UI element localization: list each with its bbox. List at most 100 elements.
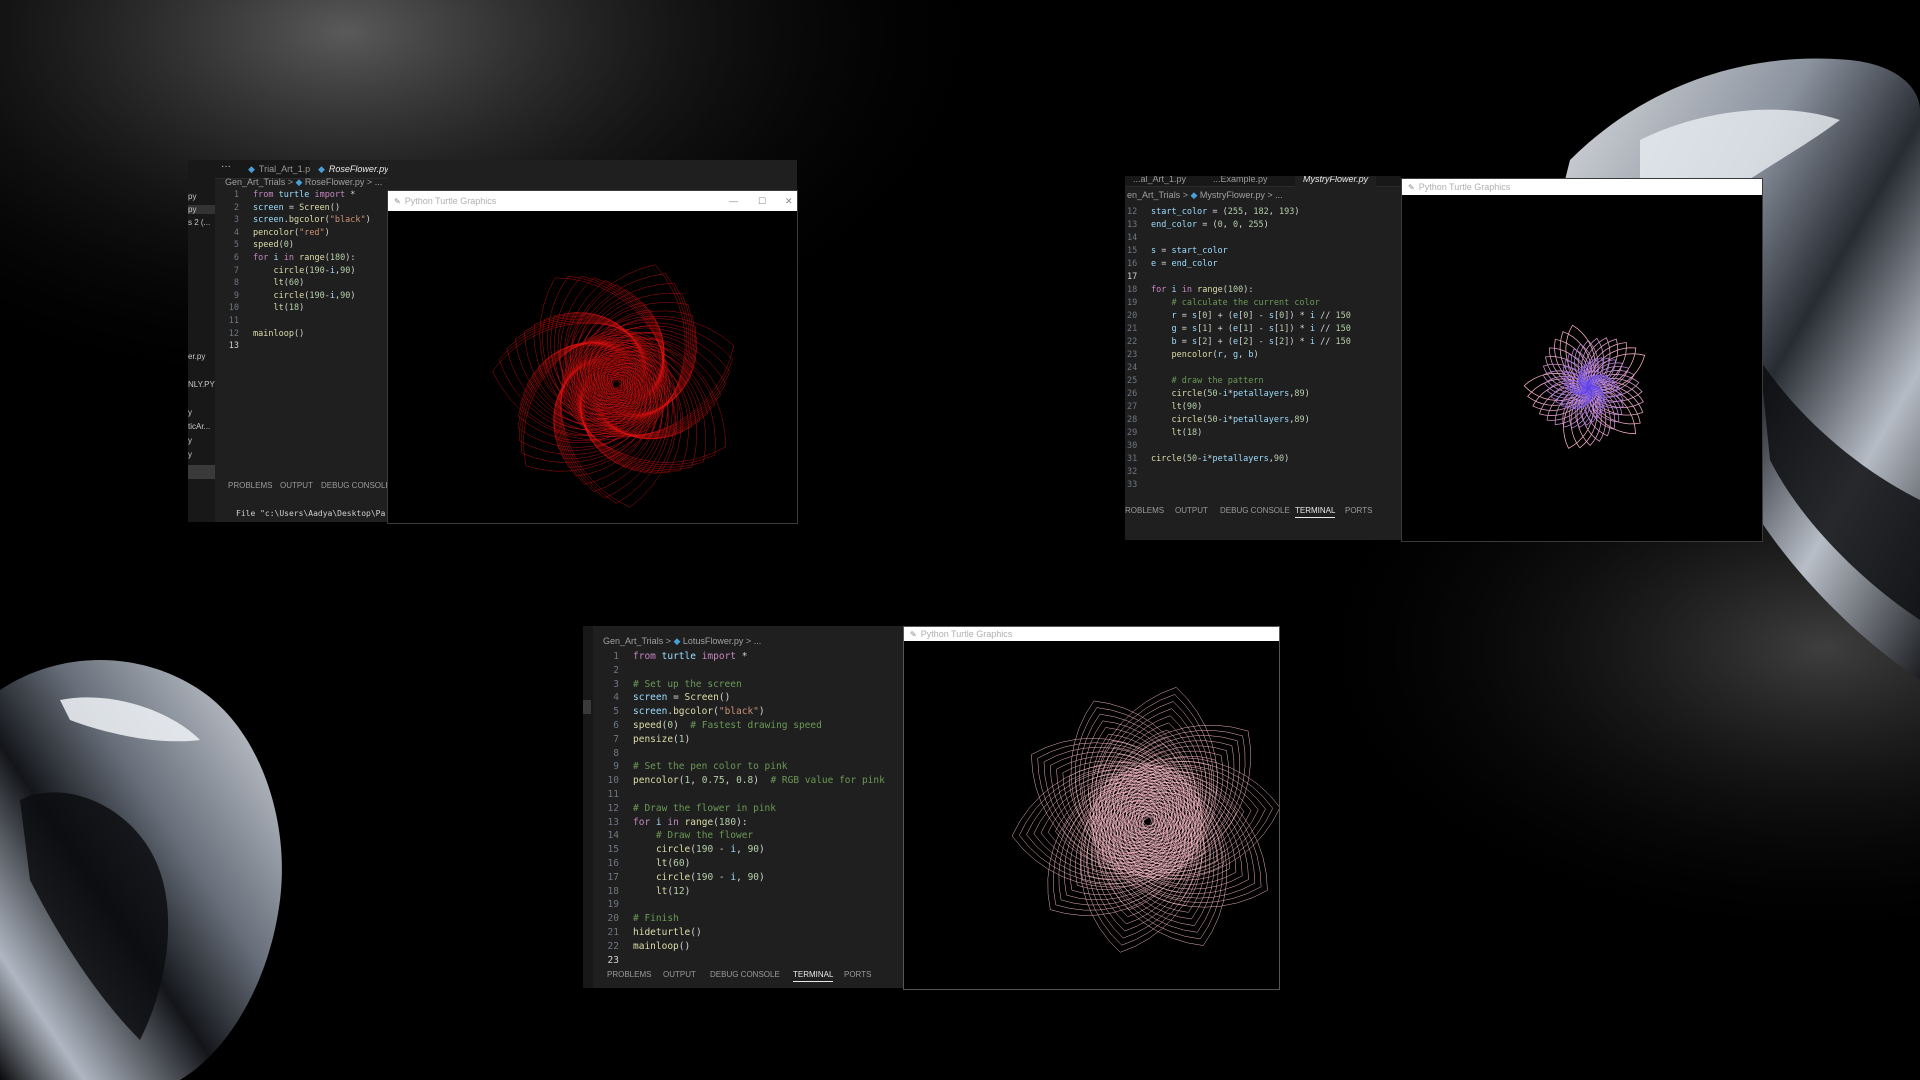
code-line[interactable]: 10 pencolor(1, 0.75, 0.8) # RGB value for… [605, 774, 885, 788]
code-line[interactable]: 32 [1127, 466, 1351, 479]
code-line[interactable]: 33 [1127, 479, 1351, 492]
explorer-item[interactable]: s 2 (... [188, 218, 210, 227]
breadcrumb-folder[interactable]: Gen_Art_Trials [603, 636, 663, 646]
tab-ports[interactable]: PORTS [1345, 506, 1372, 515]
tab-problems[interactable]: PROBLEMS [228, 481, 272, 490]
code-line[interactable]: 8 [605, 747, 885, 761]
tab-mystryflower[interactable]: MystryFlower.py [1295, 176, 1377, 188]
code-line[interactable]: 28 circle(50-i*petallayers,89) [1127, 414, 1351, 427]
code-line[interactable]: 7 circle(190-i,90) [225, 265, 371, 278]
code-line[interactable]: 23 pencolor(r, g, b) [1127, 349, 1351, 362]
code-line[interactable]: 22 b = s[2] + (e[2] - s[2]) * i // 150 [1127, 336, 1351, 349]
code-line[interactable]: 13 end_color = (0, 0, 255) [1127, 219, 1351, 232]
close-icon[interactable]: ✕ [785, 191, 793, 211]
tab-example[interactable]: ...Example.py [1205, 176, 1276, 188]
code-line[interactable]: 20 r = s[0] + (e[0] - s[0]) * i // 150 [1127, 310, 1351, 323]
breadcrumb-folder[interactable]: Gen_Art_Trials [225, 177, 285, 187]
code-line[interactable]: 17 [1127, 271, 1351, 284]
maximize-icon[interactable]: ☐ [758, 191, 766, 211]
code-line[interactable]: 21 hideturtle() [605, 926, 885, 940]
code-line[interactable]: 19 # calculate the current color [1127, 297, 1351, 310]
code-line[interactable]: 6 speed(0) # Fastest drawing speed [605, 719, 885, 733]
minimize-icon[interactable]: — [729, 191, 738, 211]
code-line[interactable]: 12 mainloop() [225, 328, 371, 341]
code-line[interactable]: 3 # Set up the screen [605, 678, 885, 692]
breadcrumb-folder[interactable]: en_Art_Trials [1127, 190, 1180, 200]
code-line[interactable]: 7 pensize(1) [605, 733, 885, 747]
breadcrumb-file[interactable]: LotusFlower.py [683, 636, 744, 646]
breadcrumb-file[interactable]: MystryFlower.py [1200, 190, 1265, 200]
code-line[interactable]: 17 circle(190 - i, 90) [605, 871, 885, 885]
tab-problems[interactable]: PROBLEMS [607, 970, 651, 979]
tab-output[interactable]: OUTPUT [663, 970, 696, 979]
code-line[interactable]: 9 # Set the pen color to pink [605, 760, 885, 774]
code-line[interactable]: 3 screen.bgcolor("black") [225, 214, 371, 227]
code-line[interactable]: 5 speed(0) [225, 239, 371, 252]
code-line[interactable]: 31 circle(50-i*petallayers,90) [1127, 453, 1351, 466]
tab-debug-console[interactable]: DEBUG CONSOLE [321, 481, 391, 490]
code-line[interactable]: 20 # Finish [605, 912, 885, 926]
code-line[interactable]: 12 # Draw the flower in pink [605, 802, 885, 816]
code-line[interactable]: 9 circle(190-i,90) [225, 290, 371, 303]
code-line[interactable]: 16 e = end_color [1127, 258, 1351, 271]
overflow-icon[interactable]: ··· [221, 160, 231, 174]
code-editor[interactable]: 1 from turtle import * 2 3 # Set up the scre… [605, 650, 885, 967]
code-line[interactable]: 2 [605, 664, 885, 678]
code-line[interactable]: 18 for i in range(100): [1127, 284, 1351, 297]
code-line[interactable]: 13 [225, 340, 371, 353]
code-line[interactable]: 11 [225, 315, 371, 328]
code-line[interactable]: 8 lt(60) [225, 277, 371, 290]
code-line[interactable]: 26 circle(50-i*petallayers,89) [1127, 388, 1351, 401]
tab-output[interactable]: OUTPUT [1175, 506, 1208, 515]
line-number: 21 [1127, 324, 1138, 334]
code-line[interactable]: 19 [605, 898, 885, 912]
code-text: mainloop() [633, 940, 691, 952]
tab-trial-art[interactable]: ...al_Art_1.py [1125, 176, 1194, 188]
tab-ports[interactable]: PORTS [844, 970, 871, 979]
code-line[interactable]: 12 start_color = (255, 182, 193) [1127, 206, 1351, 219]
code-line[interactable]: 15 s = start_color [1127, 245, 1351, 258]
code-line[interactable]: 4 pencolor("red") [225, 227, 371, 240]
explorer-item[interactable]: py [188, 205, 215, 214]
code-line[interactable]: 11 [605, 788, 885, 802]
explorer-item[interactable]: y [188, 408, 192, 417]
code-line[interactable]: 21 g = s[1] + (e[1] - s[1]) * i // 150 [1127, 323, 1351, 336]
tab-problems[interactable]: ROBLEMS [1125, 506, 1164, 515]
tab-output[interactable]: OUTPUT [280, 481, 313, 490]
code-line[interactable]: 24 [1127, 362, 1351, 375]
breadcrumb-file[interactable]: RoseFlower.py [305, 177, 365, 187]
code-line[interactable]: 1 from turtle import * [605, 650, 885, 664]
line-number: 12 [607, 802, 619, 814]
code-line[interactable]: 22 mainloop() [605, 940, 885, 954]
explorer-item[interactable]: er.py [188, 352, 205, 361]
code-line[interactable]: 18 lt(12) [605, 885, 885, 899]
code-editor[interactable]: 12 start_color = (255, 182, 193) 13 end_col… [1127, 206, 1351, 492]
code-line[interactable]: 2 screen = Screen() [225, 202, 371, 215]
code-line[interactable]: 14 # Draw the flower [605, 829, 885, 843]
explorer-item[interactable]: NLY.PY [188, 380, 215, 389]
tab-terminal[interactable]: TERMINAL [1295, 506, 1336, 518]
code-line[interactable]: 23 [605, 954, 885, 968]
tab-debug-console[interactable]: DEBUG CONSOLE [710, 970, 780, 979]
code-line[interactable]: 5 screen.bgcolor("black") [605, 705, 885, 719]
code-line[interactable]: 29 lt(18) [1127, 427, 1351, 440]
code-line[interactable]: 25 # draw the pattern [1127, 375, 1351, 388]
explorer-item[interactable]: ticAr... [188, 422, 210, 431]
tab-debug-console[interactable]: DEBUG CONSOLE [1220, 506, 1290, 515]
code-line[interactable]: 4 screen = Screen() [605, 691, 885, 705]
code-line[interactable]: 30 [1127, 440, 1351, 453]
line-number: 17 [1127, 272, 1138, 282]
code-line[interactable]: 1 from turtle import * [225, 189, 371, 202]
code-line[interactable]: 14 [1127, 232, 1351, 245]
explorer-item[interactable]: py [188, 192, 196, 201]
explorer-item[interactable]: y [188, 436, 192, 445]
code-line[interactable]: 6 for i in range(180): [225, 252, 371, 265]
explorer-item[interactable]: y [188, 450, 192, 459]
code-editor[interactable]: 1 from turtle import * 2 screen = Screen() 3… [225, 189, 371, 353]
code-line[interactable]: 10 lt(18) [225, 302, 371, 315]
tab-terminal[interactable]: TERMINAL [793, 970, 834, 982]
code-line[interactable]: 15 circle(190 - i, 90) [605, 843, 885, 857]
code-line[interactable]: 13 for i in range(180): [605, 816, 885, 830]
code-line[interactable]: 16 lt(60) [605, 857, 885, 871]
code-line[interactable]: 27 lt(90) [1127, 401, 1351, 414]
